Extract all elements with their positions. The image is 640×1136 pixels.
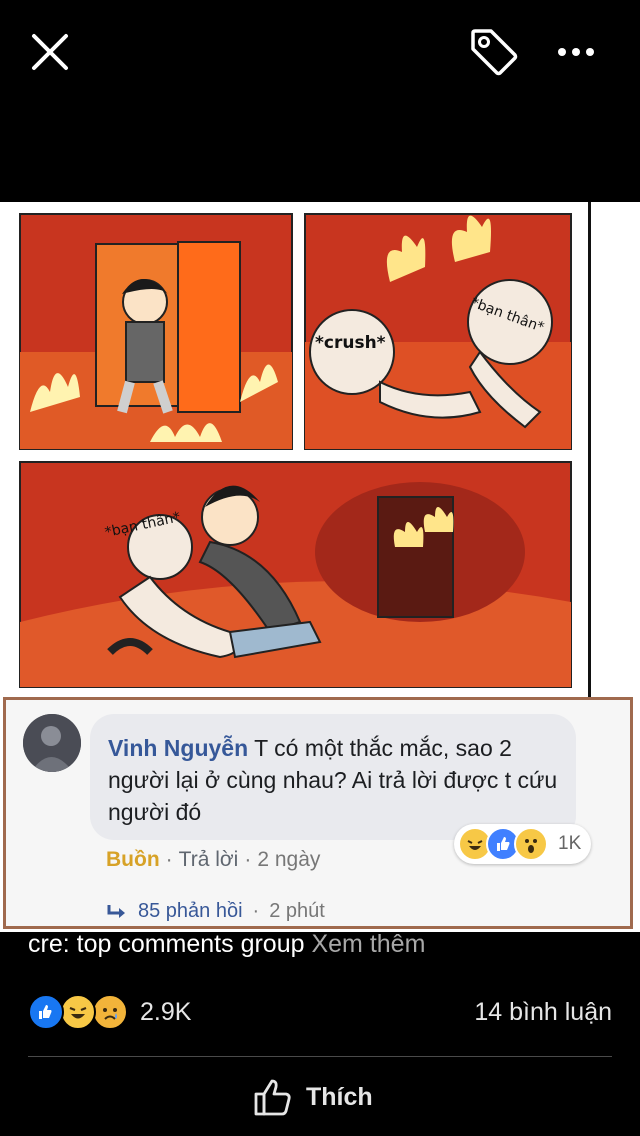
comment-reactions: 1K: [454, 824, 592, 864]
comment-reply-link: Trả lời: [178, 848, 239, 871]
haha-reaction-icon: [60, 994, 96, 1030]
like-button[interactable]: Thích: [252, 1072, 373, 1122]
comment-screenshot: Vinh Nguyễn T có một thắc mắc, sao 2 ngư…: [3, 697, 633, 929]
comment-count[interactable]: 14 bình luận: [474, 998, 612, 1027]
more-options-button[interactable]: [548, 24, 604, 80]
comment-meta: Buồn · Trả lời · 2 ngày: [106, 848, 321, 871]
comic-illustration: *crush* *bạn thân* *bạn thân*: [0, 202, 640, 697]
avatar: [23, 714, 81, 772]
replies-time: 2 phút: [269, 900, 325, 922]
wow-emoji-icon: [514, 827, 548, 861]
post-photo[interactable]: *crush* *bạn thân* *bạn thân* Vinh Nguyễ…: [0, 202, 640, 932]
comment-bubble: Vinh Nguyễn T có một thắc mắc, sao 2 ngư…: [90, 714, 576, 840]
sad-reaction-icon: [92, 994, 128, 1030]
more-horizontal-icon: [558, 48, 594, 56]
avatar-image: [23, 714, 81, 772]
post-stats: 2.9K 14 bình luận: [28, 992, 612, 1032]
close-icon: [32, 34, 68, 70]
comment-replies: 85 phản hồi · 2 phút: [106, 900, 325, 923]
reaction-count: 2.9K: [140, 997, 192, 1026]
reactions-summary[interactable]: 2.9K: [28, 994, 191, 1030]
see-more-link[interactable]: Xem thêm: [311, 930, 425, 958]
thumbs-up-icon: [254, 1079, 291, 1116]
tag-button[interactable]: [466, 24, 522, 80]
comment-time: 2 ngày: [257, 848, 321, 871]
caption-text: cre: top comments group: [28, 930, 305, 958]
comment-reaction-label: Buồn: [106, 848, 160, 871]
comic-image: *crush* *bạn thân* *bạn thân*: [0, 202, 640, 697]
comment-author: Vinh Nguyễn: [108, 735, 249, 761]
comment-reaction-count: 1K: [558, 833, 582, 854]
comic-panel-2: *crush* *bạn thân*: [304, 213, 572, 450]
comic-panel-1: [19, 213, 293, 450]
comic-panel-3: *bạn thân*: [19, 461, 572, 688]
post-caption: cre: top comments group Xem thêm: [28, 930, 425, 959]
like-label: Thích: [306, 1082, 373, 1111]
replies-count: 85 phản hồi: [138, 900, 243, 922]
like-reaction-icon: [28, 994, 64, 1030]
comic-label-crush: *crush*: [315, 333, 386, 353]
divider: [28, 1056, 612, 1057]
tag-icon: [471, 29, 518, 76]
photo-viewer-topbar: [0, 0, 640, 100]
reply-arrow-icon: [107, 904, 125, 918]
close-button[interactable]: [22, 24, 78, 80]
